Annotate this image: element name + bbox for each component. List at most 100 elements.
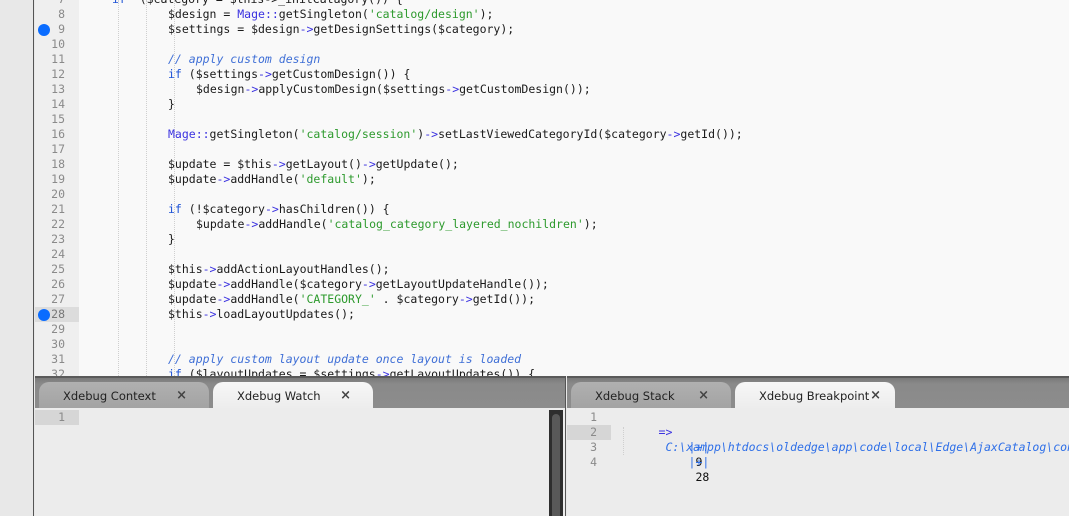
tab-xdebug-context[interactable]: Xdebug Context ×	[39, 382, 209, 410]
code-line[interactable]: $design = Mage::getSingleton('catalog/de…	[79, 7, 1069, 22]
code-line[interactable]	[79, 187, 1069, 202]
code-line[interactable]	[79, 112, 1069, 127]
code-line[interactable]: if (!$category->hasChildren()) {	[79, 202, 1069, 217]
line-number[interactable]: 26	[35, 277, 79, 292]
line-number[interactable]: 31	[35, 352, 79, 367]
close-icon[interactable]: ×	[340, 382, 351, 410]
code-line[interactable]: $update->addHandle('catalog_category_lay…	[79, 217, 1069, 232]
code-token: ->	[445, 82, 460, 96]
line-number[interactable]: 19	[35, 172, 79, 187]
code-token: $this	[168, 262, 203, 276]
breakpoint-icon[interactable]	[38, 24, 50, 36]
code-token: hasChildren()) {	[278, 202, 390, 216]
code-line[interactable]	[79, 337, 1069, 352]
line-number[interactable]: 17	[35, 142, 79, 157]
close-icon[interactable]: ×	[698, 382, 709, 410]
watch-content[interactable]: 1	[35, 408, 565, 516]
line-number[interactable]: 13	[35, 82, 79, 97]
line-number[interactable]: 10	[35, 37, 79, 52]
code-token: ->	[271, 157, 286, 171]
code-token: ->	[361, 157, 376, 171]
line-number[interactable]: 29	[35, 322, 79, 337]
line-number-gutter[interactable]: 7891011121314151617181920212223242526272…	[35, 0, 79, 376]
line-number[interactable]: 25	[35, 262, 79, 277]
breakpoint-line: 28	[695, 470, 710, 484]
line-number[interactable]: 30	[35, 337, 79, 352]
code-line[interactable]: }	[79, 232, 1069, 247]
line-number[interactable]: 15	[35, 112, 79, 127]
code-token: getId());	[680, 127, 743, 141]
code-token: ->	[244, 217, 259, 231]
code-token: ->	[458, 292, 473, 306]
scrollbar[interactable]	[549, 410, 563, 516]
code-line[interactable]: $update->addHandle($category->getLayoutU…	[79, 277, 1069, 292]
line-number[interactable]: 8	[35, 7, 79, 22]
code-line[interactable]: // apply custom design	[79, 52, 1069, 67]
xdebug-breakpoint-panel: Xdebug Stack × Xdebug Breakpoint × 1 2 3…	[567, 376, 1069, 516]
code-editor[interactable]: 7891011121314151617181920212223242526272…	[35, 0, 1069, 376]
code-line[interactable]: $settings = $design->getDesignSettings($…	[79, 22, 1069, 37]
code-token: ->	[244, 82, 259, 96]
breakpoint-file-entry[interactable]: => C:\xampp\htdocs\oldedge\app\code\loca…	[617, 410, 1069, 454]
code-line[interactable]: }	[79, 97, 1069, 112]
line-number[interactable]: 20	[35, 187, 79, 202]
code-line[interactable]	[79, 322, 1069, 337]
line-number[interactable]: 14	[35, 97, 79, 112]
breakpoint-entry[interactable]: |+| 28	[647, 440, 710, 484]
code-token: $update	[168, 292, 217, 306]
line-number[interactable]: 21	[35, 202, 79, 217]
code-token: $update	[196, 217, 245, 231]
code-token: . $category	[375, 292, 459, 306]
code-line[interactable]: if ($category = $this->_initCatagory()) …	[79, 0, 1069, 7]
scrollbar-thumb[interactable]	[552, 414, 560, 516]
code-token: setLastViewedCategoryId($category	[438, 127, 667, 141]
line-number[interactable]: 12	[35, 67, 79, 82]
tab-xdebug-breakpoint[interactable]: Xdebug Breakpoint ×	[735, 382, 895, 410]
line-number[interactable]: 7	[35, 0, 79, 7]
code-line[interactable]: if ($settings->getCustomDesign()) {	[79, 67, 1069, 82]
file-path[interactable]: C:\xampp\htdocs\oldedge\app\code\local\E…	[665, 440, 1069, 454]
breakpoint-content[interactable]: 1 2 3 4 => C:\xampp\htdocs\oldedge\app\c…	[567, 408, 1069, 516]
code-token: ->	[375, 367, 390, 376]
line-number[interactable]: 24	[35, 247, 79, 262]
tab-label: Xdebug Context	[63, 389, 156, 403]
code-token: ->	[299, 22, 314, 36]
tab-bar: Xdebug Stack × Xdebug Breakpoint ×	[567, 376, 1069, 410]
code-token: 'catalog_category_layered_nochildren'	[327, 217, 584, 231]
code-line[interactable]: $update->addHandle('default');	[79, 172, 1069, 187]
code-line[interactable]: $this->addActionLayoutHandles();	[79, 262, 1069, 277]
code-token: if	[168, 67, 182, 81]
code-line[interactable]: Mage::getSingleton('catalog/session')->s…	[79, 127, 1069, 142]
line-number[interactable]: 27	[35, 292, 79, 307]
code-line[interactable]	[79, 37, 1069, 52]
close-icon[interactable]: ×	[176, 382, 187, 410]
line-number[interactable]: 22	[35, 217, 79, 232]
code-token: getUpdate();	[375, 157, 459, 171]
code-line[interactable]: if ($layoutUpdates = $settings->getLayou…	[79, 367, 1069, 376]
code-line[interactable]: $update = $this->getLayout()->getUpdate(…	[79, 157, 1069, 172]
code-line[interactable]: // apply custom layout update once layou…	[79, 352, 1069, 367]
code-line[interactable]: $update->addHandle('CATEGORY_' . $catego…	[79, 292, 1069, 307]
tab-xdebug-stack[interactable]: Xdebug Stack ×	[571, 382, 731, 410]
code-line[interactable]	[79, 247, 1069, 262]
close-icon[interactable]: ×	[870, 382, 881, 410]
expand-toggle[interactable]: |+|	[689, 455, 710, 469]
code-line[interactable]	[79, 142, 1069, 157]
tab-xdebug-watch[interactable]: Xdebug Watch ×	[213, 382, 373, 410]
code-token: getLayout()	[285, 157, 362, 171]
code-line[interactable]: $this->loadLayoutUpdates();	[79, 307, 1069, 322]
code-token: );	[583, 217, 598, 231]
code-token: addActionLayoutHandles();	[216, 262, 390, 276]
line-number[interactable]: 18	[35, 157, 79, 172]
breakpoint-icon[interactable]	[38, 309, 50, 321]
line-number: 1	[590, 410, 597, 424]
code-line[interactable]: $design->applyCustomDesign($settings->ge…	[79, 82, 1069, 97]
line-number[interactable]: 16	[35, 127, 79, 142]
breakpoint-entry[interactable]: |+| 9	[647, 425, 710, 469]
code-token: ->	[216, 277, 231, 291]
code-area[interactable]: if ($category = $this->_initCatagory()) …	[79, 0, 1069, 376]
line-number[interactable]: 11	[35, 52, 79, 67]
line-number: 1	[35, 410, 79, 425]
line-number[interactable]: 32	[35, 367, 79, 376]
line-number[interactable]: 23	[35, 232, 79, 247]
